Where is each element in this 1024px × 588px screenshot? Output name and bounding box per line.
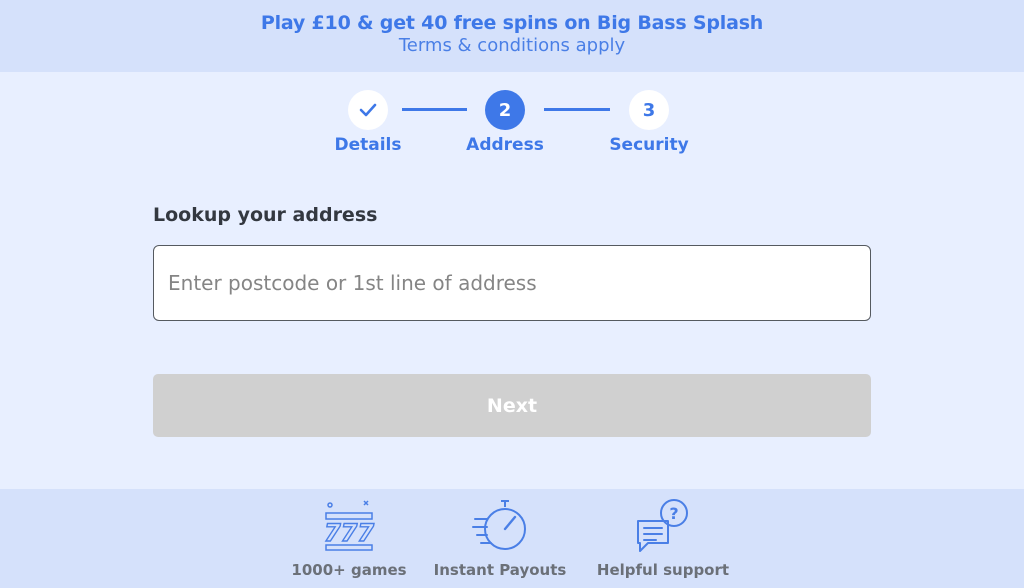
step-connector <box>402 108 467 111</box>
promo-title: Play £10 & get 40 free spins on Big Bass… <box>260 12 764 34</box>
chat-question-icon: ? <box>637 499 688 552</box>
registration-stepper: 2 3 Details Address Security <box>0 88 1024 168</box>
step-address-label: Address <box>466 135 544 155</box>
feature-support: ? Helpful support <box>578 497 748 579</box>
next-button[interactable]: Next <box>153 374 871 437</box>
step-details-label[interactable]: Details <box>298 135 438 155</box>
slot-777-icon: 777 <box>323 500 375 551</box>
feature-support-label: Helpful support <box>596 561 730 579</box>
step-address-number: 2 <box>485 90 525 130</box>
features-footer: 777 1000+ games Instant Payouts ? Helpfu… <box>0 489 1024 588</box>
lookup-address-heading: Lookup your address <box>153 204 378 226</box>
feature-games: 777 1000+ games <box>264 497 434 579</box>
feature-payouts-label: Instant Payouts <box>433 561 567 579</box>
terms-link[interactable]: Terms & conditions apply <box>0 35 1024 56</box>
step-details-check-icon <box>348 90 388 130</box>
promo-banner: Play £10 & get 40 free spins on Big Bass… <box>0 0 1024 72</box>
feature-games-label: 1000+ games <box>291 561 407 579</box>
step-connector <box>544 108 610 111</box>
svg-text:777: 777 <box>324 519 374 547</box>
svg-text:?: ? <box>669 504 678 523</box>
step-security-number: 3 <box>629 90 669 130</box>
address-lookup-input[interactable] <box>153 245 871 321</box>
feature-payouts: Instant Payouts <box>415 497 585 579</box>
stopwatch-icon <box>472 500 526 550</box>
step-security-label: Security <box>609 135 689 155</box>
